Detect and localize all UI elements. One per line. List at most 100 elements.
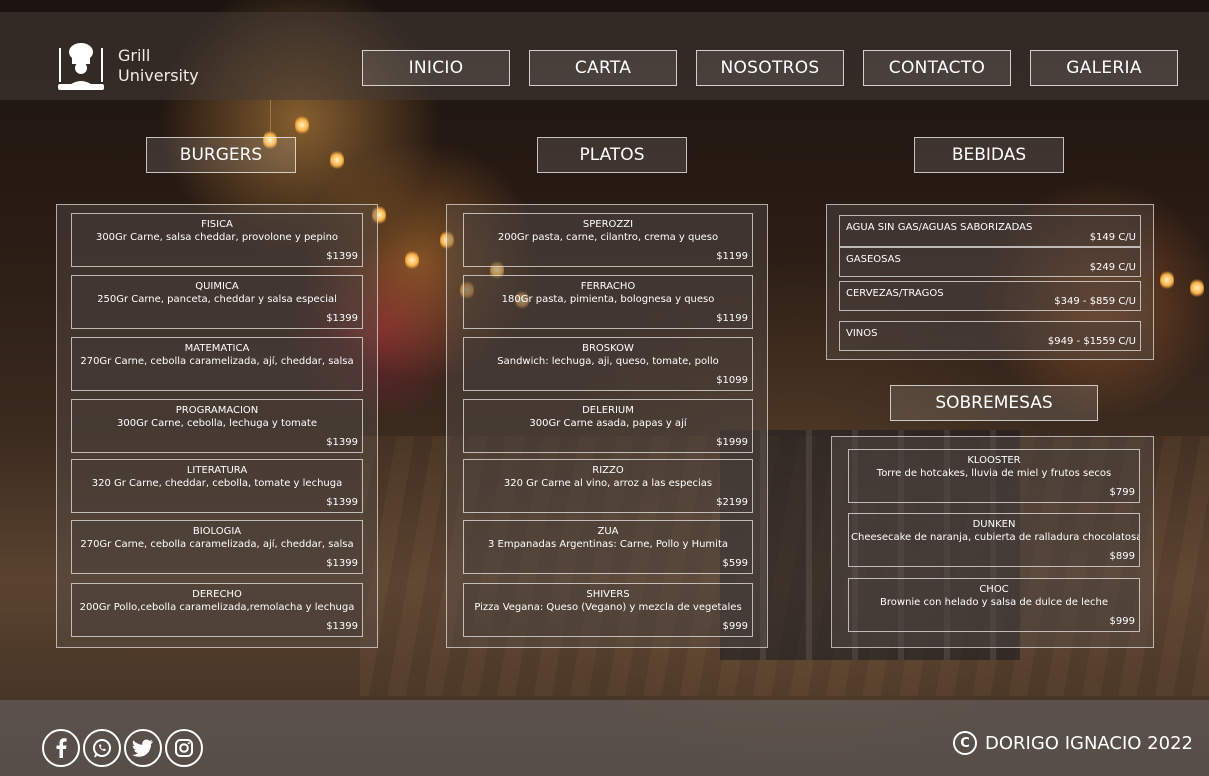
instagram-link[interactable] — [165, 729, 203, 767]
sobremesa-item-choc[interactable]: CHOC Brownie con helado y salsa de dulce… — [848, 578, 1140, 632]
item-desc: 320 Gr Carne al vino, arroz a las especi… — [503, 478, 713, 489]
item-name: AGUA SIN GAS/AGUAS SABORIZADAS — [846, 222, 1033, 233]
twitter-link[interactable] — [124, 729, 162, 767]
sobremesas-panel: KLOOSTER Torre de hotcakes, lluvia de mi… — [831, 436, 1154, 648]
item-desc: Torre de hotcakes, lluvia de miel y frut… — [876, 468, 1112, 479]
item-price: $999 — [722, 621, 748, 632]
item-desc: 300Gr Carne, cebolla, lechuga y tomate — [116, 418, 317, 429]
item-name: KLOOSTER — [967, 455, 1021, 466]
nav-inicio[interactable]: INICIO — [362, 50, 510, 86]
item-desc: 300Gr Carne, salsa cheddar, provolone y … — [95, 232, 339, 243]
burger-item-fisica[interactable]: FISICA 300Gr Carne, salsa cheddar, provo… — [71, 213, 363, 267]
nav-contacto[interactable]: CONTACTO — [863, 50, 1011, 86]
copyright-text: DORIGO IGNACIO 2022 — [985, 732, 1193, 754]
item-desc: 180Gr pasta, pimienta, bolognesa y queso — [501, 294, 715, 305]
item-name: MATEMATICA — [184, 343, 250, 354]
burger-item-programacion[interactable]: PROGRAMACION 300Gr Carne, cebolla, lechu… — [71, 399, 363, 453]
footer: C DORIGO IGNACIO 2022 — [0, 700, 1209, 776]
whatsapp-link[interactable] — [83, 729, 121, 767]
bebida-item-gaseosas[interactable]: GASEOSAS $249 C/U — [839, 247, 1141, 277]
item-name: GASEOSAS — [846, 254, 901, 265]
item-desc: Cheesecake de naranja, cubierta de ralla… — [851, 532, 1139, 543]
section-title-burgers: BURGERS — [146, 137, 296, 173]
burger-item-matematica[interactable]: MATEMATICA 270Gr Carne, cebolla carameli… — [71, 337, 363, 391]
item-price: $1399 — [326, 497, 358, 508]
item-name: DERECHO — [192, 589, 242, 600]
item-desc: 270Gr Carne, cebolla caramelizada, ají, … — [80, 356, 354, 367]
item-price: $1099 — [716, 375, 748, 386]
item-name: PROGRAMACION — [175, 405, 259, 416]
item-name: FERRACHO — [580, 281, 636, 292]
item-desc: Brownie con helado y salsa de dulce de l… — [880, 597, 1108, 608]
item-name: RIZZO — [592, 465, 624, 476]
burger-item-quimica[interactable]: QUIMICA 250Gr Carne, panceta, cheddar y … — [71, 275, 363, 329]
plato-item-delerium[interactable]: DELERIUM 300Gr Carne asada, papas y ají … — [463, 399, 753, 453]
item-name: SPEROZZI — [582, 219, 634, 230]
item-price: $249 C/U — [1089, 262, 1136, 273]
header: Grill University INICIO CARTA NOSOTROS C… — [0, 12, 1209, 100]
item-price: $799 — [1109, 487, 1135, 498]
section-title-sobremesas: SOBREMESAS — [890, 385, 1098, 421]
item-desc: 250Gr Carne, panceta, cheddar y salsa es… — [97, 294, 337, 305]
item-price: $1999 — [716, 437, 748, 448]
item-price: $599 — [722, 558, 748, 569]
plato-item-ferracho[interactable]: FERRACHO 180Gr pasta, pimienta, bolognes… — [463, 275, 753, 329]
facebook-link[interactable] — [42, 729, 80, 767]
facebook-icon — [56, 738, 67, 758]
plato-item-broskow[interactable]: BROSKOW Sandwich: lechuga, aji, queso, t… — [463, 337, 753, 391]
instagram-icon — [175, 739, 193, 757]
main-nav: INICIO CARTA NOSOTROS CONTACTO GALERIA — [362, 50, 1178, 86]
lamp-bulb — [1160, 270, 1174, 290]
twitter-icon — [132, 739, 153, 757]
item-name: BROSKOW — [582, 343, 634, 354]
item-price: $2199 — [716, 497, 748, 508]
item-desc: Sandwich: lechuga, aji, queso, tomate, p… — [497, 356, 719, 367]
item-price: $1199 — [716, 313, 748, 324]
section-title-platos: PLATOS — [537, 137, 687, 173]
burger-item-biologia[interactable]: BIOLOGIA 270Gr Carne, cebolla carameliza… — [71, 520, 363, 574]
burgers-panel: FISICA 300Gr Carne, salsa cheddar, provo… — [56, 204, 378, 648]
item-desc: 270Gr Carne, cebolla caramelizada, ají, … — [80, 539, 354, 550]
bebida-item-cervezas[interactable]: CERVEZAS/TRAGOS $349 - $859 C/U — [839, 281, 1141, 311]
section-title-bebidas: BEBIDAS — [914, 137, 1064, 173]
burger-item-literatura[interactable]: LITERATURA 320 Gr Carne, cheddar, ceboll… — [71, 459, 363, 513]
nav-carta[interactable]: CARTA — [529, 50, 677, 86]
nav-nosotros[interactable]: NOSOTROS — [696, 50, 844, 86]
item-price: $149 C/U — [1089, 232, 1136, 243]
item-price: $1399 — [326, 251, 358, 262]
item-desc: 200Gr Pollo,cebolla caramelizada,remolac… — [79, 602, 355, 613]
item-price: $1399 — [326, 313, 358, 324]
sobremesa-item-dunken[interactable]: DUNKEN Cheesecake de naranja, cubierta d… — [848, 513, 1140, 567]
plato-item-rizzo[interactable]: RIZZO 320 Gr Carne al vino, arroz a las … — [463, 459, 753, 513]
item-desc: 300Gr Carne asada, papas y ají — [529, 418, 687, 429]
item-name: SHIVERS — [586, 589, 630, 600]
item-price: $349 - $859 C/U — [1054, 296, 1136, 307]
plato-item-sperozzi[interactable]: SPEROZZI 200Gr pasta, carne, cilantro, c… — [463, 213, 753, 267]
nav-galeria[interactable]: GALERIA — [1030, 50, 1178, 86]
lamp-bulb — [405, 250, 419, 270]
bebidas-panel: AGUA SIN GAS/AGUAS SABORIZADAS $149 C/U … — [826, 204, 1154, 360]
plato-item-shivers[interactable]: SHIVERS Pizza Vegana: Queso (Vegano) y m… — [463, 583, 753, 637]
lamp-bulb — [1190, 278, 1204, 298]
sobremesa-item-klooster[interactable]: KLOOSTER Torre de hotcakes, lluvia de mi… — [848, 449, 1140, 503]
burger-item-derecho[interactable]: DERECHO 200Gr Pollo,cebolla caramelizada… — [71, 583, 363, 637]
item-price: $949 - $1559 C/U — [1047, 336, 1136, 347]
item-name: DELERIUM — [582, 405, 634, 416]
copyright-icon: C — [953, 731, 978, 755]
item-name: QUIMICA — [195, 281, 239, 292]
item-price: $1399 — [326, 621, 358, 632]
brand-line-1: Grill — [118, 46, 151, 65]
item-price: $1399 — [326, 558, 358, 569]
chef-logo-icon — [58, 43, 104, 90]
plato-item-zua[interactable]: ZUA 3 Empanadas Argentinas: Carne, Pollo… — [463, 520, 753, 574]
item-name: BIOLOGIA — [192, 526, 242, 537]
item-price: $899 — [1109, 551, 1135, 562]
bebida-item-agua[interactable]: AGUA SIN GAS/AGUAS SABORIZADAS $149 C/U — [839, 215, 1141, 247]
item-name: DUNKEN — [972, 519, 1016, 530]
item-name: LITERATURA — [186, 465, 248, 476]
page: Grill University INICIO CARTA NOSOTROS C… — [0, 0, 1209, 776]
item-desc: Pizza Vegana: Queso (Vegano) y mezcla de… — [474, 602, 742, 613]
social-links — [42, 729, 203, 767]
bebida-item-vinos[interactable]: VINOS $949 - $1559 C/U — [839, 321, 1141, 351]
brand-logo[interactable]: Grill University — [52, 38, 199, 94]
